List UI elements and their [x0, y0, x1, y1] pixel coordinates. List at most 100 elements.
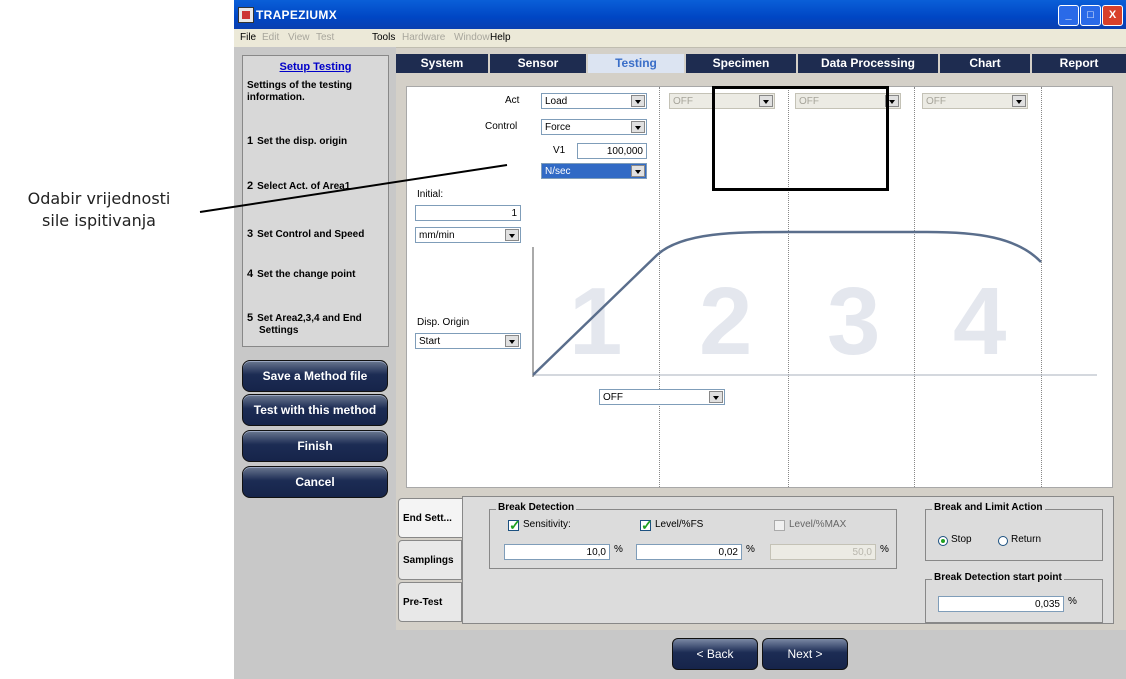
level-fs-input[interactable]: 0,02 [636, 544, 742, 560]
chevron-down-icon [505, 229, 519, 241]
level-max-label: Level/%MAX [789, 519, 847, 530]
back-button[interactable]: < Back [672, 638, 758, 670]
menu-help[interactable]: Help [490, 32, 511, 43]
step-number: 5 [247, 312, 254, 324]
control-label: Control [485, 121, 518, 132]
level-fs-label: Level/%FS [655, 519, 704, 530]
menu-hardware[interactable]: Hardware [402, 32, 445, 43]
tab-end-settings[interactable]: End Sett... [398, 498, 466, 538]
main-tabs: System Sensor Testing Specimen Data Proc… [396, 54, 1126, 74]
sensitivity-unit: % [614, 544, 623, 555]
cancel-button[interactable]: Cancel [242, 466, 388, 498]
annotation-line-2: sile ispitivanja [42, 211, 156, 230]
sensitivity-label: Sensitivity: [523, 519, 571, 530]
return-radio[interactable] [998, 536, 1008, 546]
tab-samplings[interactable]: Samplings [398, 540, 462, 580]
tab-system[interactable]: System [396, 54, 490, 73]
tab-chart[interactable]: Chart [940, 54, 1032, 73]
change-point-select[interactable]: OFF [599, 389, 725, 405]
step-number: 4 [247, 268, 254, 280]
step-4: 4 Set the change point [247, 268, 387, 281]
step-1: 1 Set the disp. origin [247, 135, 387, 148]
chevron-down-icon [505, 335, 519, 347]
break-start-unit: % [1068, 596, 1077, 607]
control-value: Force [545, 122, 571, 133]
act-select[interactable]: Load [541, 93, 647, 109]
initial-label: Initial: [417, 189, 444, 200]
maximize-button[interactable]: □ [1080, 5, 1101, 26]
minimize-button[interactable]: _ [1058, 5, 1079, 26]
end-settings-content: Break Detection Sensitivity: 10,0 % Leve… [462, 496, 1114, 624]
chevron-down-icon [631, 165, 645, 177]
break-start-group: Break Detection start point 0,035 % [925, 572, 1103, 623]
break-start-title: Break Detection start point [932, 572, 1064, 583]
close-button[interactable]: X [1102, 5, 1123, 26]
disp-origin-value: Start [419, 336, 441, 347]
menu-window[interactable]: Window [454, 32, 490, 43]
next-button[interactable]: Next > [762, 638, 848, 670]
annotation-line-1: Odabir vrijednosti [27, 189, 171, 208]
end-settings-panel: End Sett... Samplings Pre-Test Break Det… [396, 490, 1126, 630]
save-method-button[interactable]: Save a Method file [242, 360, 388, 392]
menu-view[interactable]: View [288, 32, 310, 43]
app-window: TRAPEZIUMX _ □ X File Edit View Test Too… [234, 0, 1126, 679]
return-label: Return [1011, 534, 1042, 545]
v1-input[interactable]: 100,000 [577, 143, 647, 159]
chevron-down-icon [1012, 95, 1026, 107]
annotation-text: Odabir vrijednosti sile ispitivanja [10, 188, 188, 232]
break-limit-action-group: Break and Limit Action Stop Return [925, 502, 1103, 561]
initial-unit-value: mm/min [419, 230, 455, 241]
break-detection-group: Break Detection Sensitivity: 10,0 % Leve… [489, 502, 897, 569]
tab-pre-test[interactable]: Pre-Test [398, 582, 462, 622]
stop-label: Stop [951, 534, 972, 545]
sensitivity-input[interactable]: 10,0 [504, 544, 610, 560]
setup-description: Settings of the testing information. [247, 80, 352, 103]
speed-unit-select[interactable]: N/sec [541, 163, 647, 179]
step-label: Set Area2,3,4 and End Settings [257, 313, 362, 336]
area4-act-select[interactable]: OFF [922, 93, 1028, 109]
break-limit-title: Break and Limit Action [932, 502, 1045, 513]
chevron-down-icon [709, 391, 723, 403]
sensitivity-checkbox[interactable] [508, 517, 521, 534]
step-number: 2 [247, 180, 254, 192]
step-label: Select Act. of Area1 [257, 181, 351, 192]
highlight-box [712, 86, 889, 191]
initial-speed-input[interactable]: 1 [415, 205, 521, 221]
setup-title[interactable]: Setup Testing [243, 61, 388, 73]
menu-test[interactable]: Test [316, 32, 334, 43]
disp-origin-label: Disp. Origin [417, 317, 470, 328]
tab-report[interactable]: Report [1032, 54, 1126, 73]
test-method-button[interactable]: Test with this method [242, 394, 388, 426]
change-point-value: OFF [603, 392, 623, 403]
menu-tools[interactable]: Tools [372, 32, 395, 43]
tab-sensor[interactable]: Sensor [490, 54, 588, 73]
tab-testing[interactable]: Testing [588, 54, 686, 73]
control-select[interactable]: Force [541, 119, 647, 135]
initial-unit-select[interactable]: mm/min [415, 227, 521, 243]
step-number: 1 [247, 135, 254, 147]
level-max-input[interactable]: 50,0 [770, 544, 876, 560]
menu-edit[interactable]: Edit [262, 32, 279, 43]
level-fs-unit: % [746, 544, 755, 555]
setup-steps-box: Setup Testing Settings of the testing in… [242, 55, 389, 347]
tab-data-processing[interactable]: Data Processing [798, 54, 940, 73]
break-detection-title: Break Detection [496, 502, 577, 513]
step-5: 5 Set Area2,3,4 and End Settings [247, 312, 399, 337]
step-label: Set the change point [257, 269, 356, 280]
act-label: Act [505, 95, 520, 106]
level-max-unit: % [880, 544, 889, 555]
break-start-input[interactable]: 0,035 [938, 596, 1064, 612]
setup-sidebar: Setup Testing Settings of the testing in… [234, 47, 396, 679]
tab-specimen[interactable]: Specimen [686, 54, 798, 73]
navigation-bar: < Back Next > [396, 630, 1126, 679]
menu-file[interactable]: File [240, 32, 256, 43]
finish-button[interactable]: Finish [242, 430, 388, 462]
disp-origin-select[interactable]: Start [415, 333, 521, 349]
app-icon [238, 7, 254, 23]
level-fs-checkbox[interactable] [640, 517, 653, 534]
step-2: 2 Select Act. of Area1 [247, 180, 387, 193]
stop-radio[interactable] [938, 536, 948, 546]
step-3: 3 Set Control and Speed [247, 228, 387, 241]
area2-act-value: OFF [673, 96, 693, 107]
level-max-checkbox[interactable] [774, 520, 785, 531]
